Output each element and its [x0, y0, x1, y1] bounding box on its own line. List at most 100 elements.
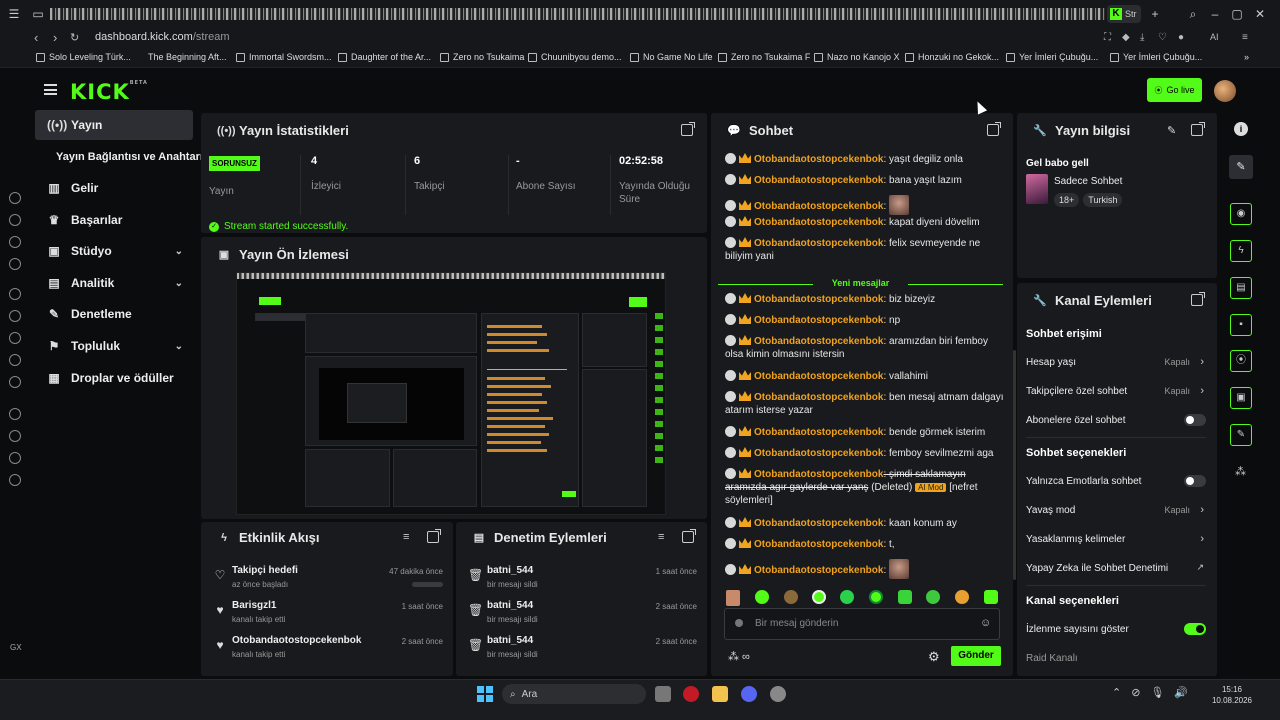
- chat-username[interactable]: Otobandaotostopcekenbok: [754, 539, 883, 550]
- sidebar-app-icon[interactable]: [9, 236, 21, 248]
- go-live-button[interactable]: ⦿ Go live: [1147, 78, 1202, 102]
- emote[interactable]: [784, 590, 798, 604]
- subs-only-toggle[interactable]: [1184, 414, 1206, 426]
- bookmark-item[interactable]: The Beginning Aft...: [148, 52, 227, 62]
- back-icon[interactable]: ‹: [34, 30, 38, 45]
- document-tool-icon[interactable]: ▤: [1230, 277, 1252, 299]
- sidebar-app-icon[interactable]: [9, 258, 21, 270]
- chat-username[interactable]: Otobandaotostopcekenbok: [754, 238, 883, 249]
- kick-logo[interactable]: KICKBETA: [70, 80, 148, 104]
- extensions-icon[interactable]: [9, 452, 21, 464]
- account-age-row[interactable]: Hesap yaşı Kapalı ›: [1026, 356, 1206, 373]
- emote[interactable]: [755, 590, 769, 604]
- menu-icon[interactable]: [44, 84, 57, 95]
- chat-tool-icon[interactable]: ▪: [1230, 314, 1252, 336]
- bolt-tool-icon[interactable]: ϟ: [1230, 240, 1252, 262]
- taskbar-clock[interactable]: 15:16 10.08.2026: [1209, 684, 1255, 706]
- profile-icon[interactable]: ●: [1178, 32, 1184, 43]
- chat-username[interactable]: Otobandaotostopcekenbok: [754, 294, 883, 305]
- close-icon[interactable]: ✕: [1252, 6, 1268, 22]
- opera-gx-icon[interactable]: [683, 686, 699, 702]
- edit-layout-icon[interactable]: ✎: [1229, 155, 1253, 179]
- chat-input[interactable]: Bir mesaj gönderin ☺: [724, 608, 1000, 640]
- taskbar-search[interactable]: ⌕ Ara: [502, 684, 646, 704]
- sidebar-item-moderation[interactable]: ✎ Denetleme: [35, 299, 193, 329]
- file-explorer-icon[interactable]: [712, 686, 728, 702]
- emote[interactable]: [840, 590, 854, 604]
- windows-start-icon[interactable]: [477, 686, 493, 702]
- discord-taskbar-icon[interactable]: [741, 686, 757, 702]
- sidebar-app-icon[interactable]: [9, 192, 21, 204]
- wrench-tool-icon[interactable]: ✎: [1230, 424, 1252, 446]
- tab-strip[interactable]: [50, 8, 1105, 20]
- viewer-count-toggle[interactable]: [1184, 623, 1206, 635]
- chat-username[interactable]: Otobandaotostopcekenbok: [754, 175, 883, 186]
- sidebar-item-achievements[interactable]: ♛ Başarılar: [35, 205, 193, 235]
- forward-icon[interactable]: ›: [53, 30, 57, 45]
- points-icon[interactable]: ⁂ ∞: [728, 650, 750, 663]
- preview-tool-icon[interactable]: ▣: [1230, 387, 1252, 409]
- slow-mode-row[interactable]: Yavaş mod Kapalı ›: [1026, 504, 1206, 521]
- emote[interactable]: [984, 590, 998, 604]
- broadcast-tool-icon[interactable]: ◉: [1230, 203, 1252, 225]
- avatar[interactable]: [1214, 80, 1236, 102]
- whatsapp-icon[interactable]: [9, 310, 21, 322]
- maximize-icon[interactable]: ▢: [1229, 6, 1245, 22]
- network-off-icon[interactable]: ⊘: [1131, 686, 1140, 699]
- chat-username[interactable]: Otobandaotostopcekenbok: [754, 371, 883, 382]
- chat-scrollbar[interactable]: [1013, 350, 1016, 580]
- task-view-icon[interactable]: [655, 686, 671, 702]
- chat-settings-icon[interactable]: ⚙: [928, 649, 940, 665]
- banned-words-row[interactable]: Yasaklanmış kelimeler ›: [1026, 533, 1206, 550]
- more-tools-icon[interactable]: ⁂: [1235, 465, 1246, 478]
- download-icon[interactable]: ⤓: [1140, 32, 1144, 43]
- chat-username[interactable]: Otobandaotostopcekenbok: [754, 469, 883, 480]
- sidebar-app-icon[interactable]: [9, 214, 21, 226]
- chat-username[interactable]: Otobandaotostopcekenbok: [754, 448, 883, 459]
- emote[interactable]: [926, 590, 940, 604]
- chat-username[interactable]: Otobandaotostopcekenbok: [754, 518, 883, 529]
- sidebar-item-stream[interactable]: ((•)) Yayın: [35, 110, 193, 140]
- emotes-only-toggle[interactable]: [1184, 475, 1206, 487]
- ai-moderation-row[interactable]: Yapay Zeka ile Sohbet Denetimi ↗: [1026, 562, 1206, 579]
- live-tool-icon[interactable]: ⦿: [1230, 350, 1252, 372]
- filter-icon[interactable]: ≡: [403, 531, 409, 543]
- emote[interactable]: [898, 590, 912, 604]
- stream-preview-video[interactable]: [236, 272, 666, 515]
- app-taskbar-icon[interactable]: [770, 686, 786, 702]
- sidebar-item-drops[interactable]: ▦ Droplar ve ödüller: [35, 363, 193, 393]
- bookmark-item[interactable]: Nazo no Kanojo X: [814, 52, 900, 62]
- followers-only-row[interactable]: Takipçilere özel sohbet Kapalı ›: [1026, 385, 1206, 402]
- bookmarks-more-icon[interactable]: »: [1244, 52, 1249, 62]
- sidebar-item-revenue[interactable]: ▥ Gelir: [35, 173, 193, 203]
- search-icon[interactable]: ⌕: [1185, 6, 1201, 22]
- popout-icon[interactable]: [987, 122, 1001, 136]
- send-button[interactable]: Gönder: [951, 646, 1001, 666]
- bookmark-item[interactable]: Zero no Tsukaima: [440, 52, 524, 62]
- sidebar-item-analytics[interactable]: ▤ Analitik ⌄: [35, 268, 193, 298]
- bookmark-item[interactable]: Immortal Swordsm...: [236, 52, 332, 62]
- ai-icon[interactable]: AI: [1210, 32, 1219, 42]
- chat-username[interactable]: Otobandaotostopcekenbok: [754, 201, 883, 212]
- active-tab[interactable]: K Str: [1107, 5, 1141, 23]
- volume-icon[interactable]: 🔊: [1174, 686, 1188, 699]
- instagram-icon[interactable]: [9, 354, 21, 366]
- settings-menu-icon[interactable]: ≡: [1242, 32, 1248, 43]
- bookmark-folder[interactable]: Yer İmleri Çubuğu...: [1006, 52, 1098, 62]
- history-icon[interactable]: [9, 430, 21, 442]
- bookmark-item[interactable]: Daughter of the Ar...: [338, 52, 431, 62]
- sidebar-item-community[interactable]: ⚑ Topluluk ⌄: [35, 331, 193, 361]
- twitch-icon[interactable]: [9, 288, 21, 300]
- url-field[interactable]: dashboard.kick.com/stream: [95, 31, 230, 43]
- settings-icon[interactable]: [9, 474, 21, 486]
- new-tab-icon[interactable]: +: [1147, 6, 1163, 22]
- bookmark-folder[interactable]: Yer İmleri Çubuğu...: [1110, 52, 1202, 62]
- emote[interactable]: [869, 590, 883, 604]
- raid-channel-row[interactable]: Raid Kanalı: [1026, 653, 1206, 669]
- emoji-icon[interactable]: ☺: [980, 617, 991, 629]
- bookmark-item[interactable]: No Game No Life: [630, 52, 713, 62]
- edit-icon[interactable]: ✎: [1167, 124, 1176, 137]
- popout-icon[interactable]: [681, 122, 695, 136]
- chat-username[interactable]: Otobandaotostopcekenbok: [754, 392, 883, 403]
- bookmark-item[interactable]: Zero no Tsukaima F: [718, 52, 810, 62]
